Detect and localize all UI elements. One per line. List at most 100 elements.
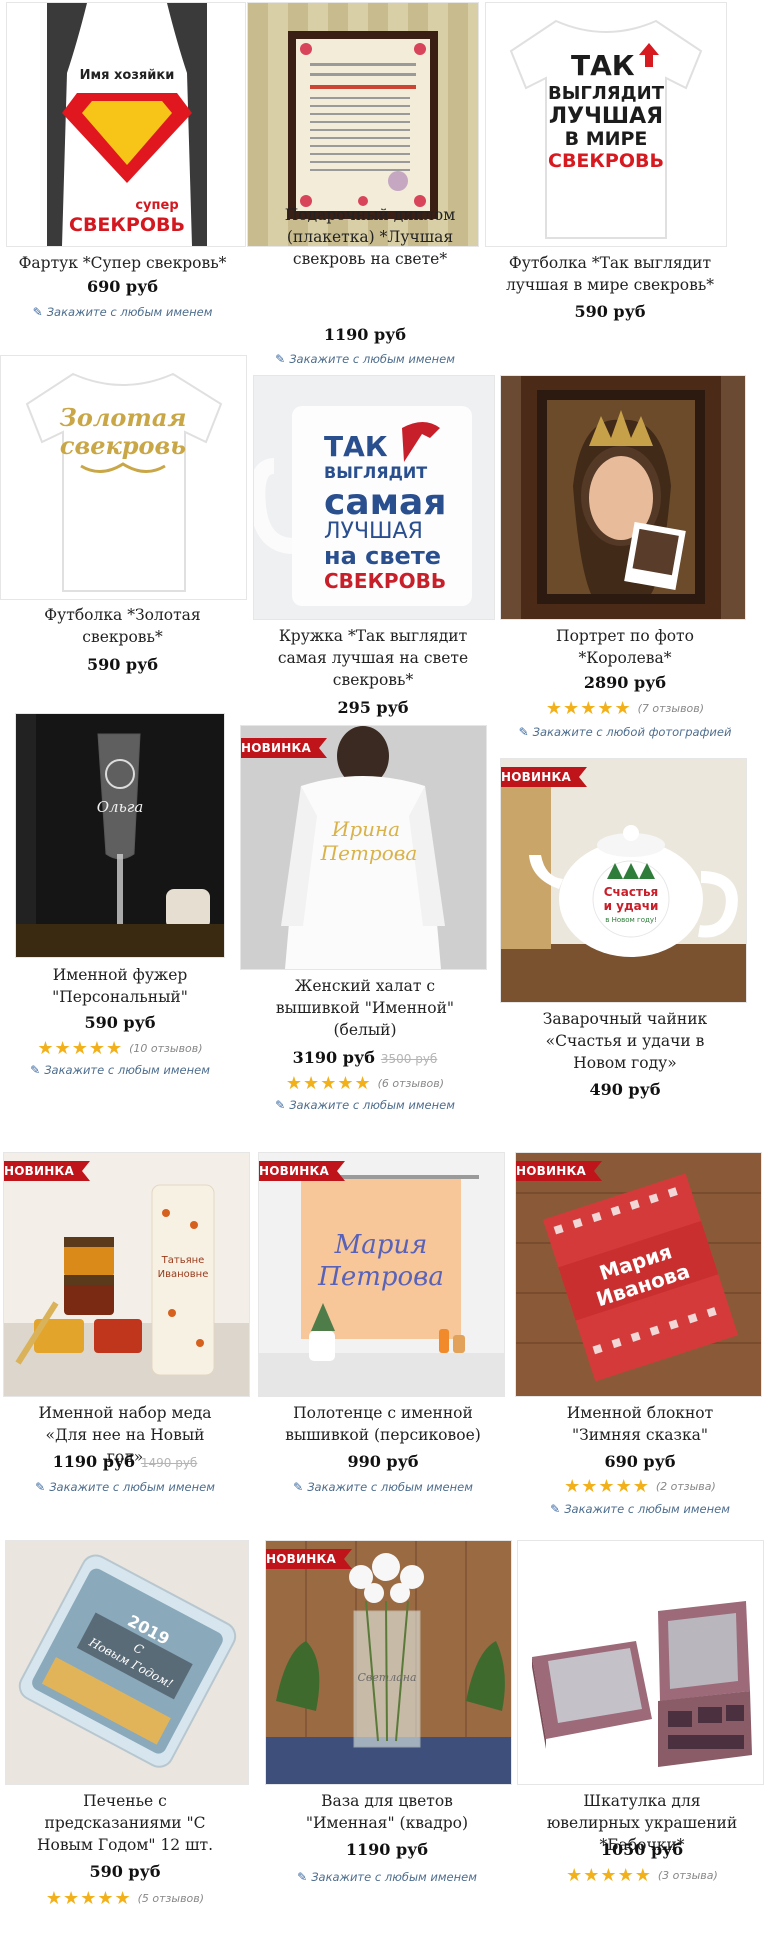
new-badge: НОВИНКА (241, 738, 327, 758)
product-image-jewelry-box[interactable] (517, 1540, 764, 1785)
svg-text:ЛУЧШАЯ: ЛУЧШАЯ (549, 104, 663, 129)
new-badge: НОВИНКА (259, 1161, 345, 1181)
product-card[interactable]: ТАК ВЫГЛЯДИТ самая ЛУЧШАЯ на свете СВЕКР… (253, 375, 495, 730)
svg-text:Ольга: Ольга (97, 798, 144, 816)
product-card[interactable]: Имя хозяйки супер СВЕКРОВЬ Фартук *Супер… (0, 0, 246, 330)
product-image-towel[interactable]: Мария Петрова НОВИНКА (258, 1152, 505, 1397)
product-card[interactable]: Шкатулка для ювелирных украшений *Бабочк… (517, 1540, 767, 1910)
rating: ★★★★★ (5 отзывов) (0, 1888, 250, 1909)
product-price: 590 руб (89, 1862, 161, 1881)
svg-text:Счастья: Счастья (604, 885, 659, 899)
svg-text:на свете: на свете (324, 542, 441, 570)
product-price: 1190 руб (345, 1840, 429, 1859)
pencil-icon: ✎ (297, 1870, 308, 1884)
product-image-robe[interactable]: Ирина Петрова НОВИНКА (240, 725, 487, 970)
product-price: 590 руб (86, 655, 159, 674)
product-title[interactable]: Заварочный чайник «Счастья и удачи в Нов… (535, 1008, 715, 1074)
star-icon: ★★★★★ (37, 1038, 124, 1059)
old-price: 3500 руб (380, 1052, 438, 1066)
customize-link[interactable]: ✎ Закажите с любым именем (245, 352, 485, 366)
product-title[interactable]: Подарочный диплом (плакетка) *Лучшая све… (275, 204, 465, 270)
star-icon: ★★★★★ (545, 698, 632, 719)
product-card[interactable]: Ирина Петрова НОВИНКА Женский халат с вы… (240, 725, 490, 1125)
product-price: 1190 руб (323, 325, 407, 344)
rating: ★★★★★ (2 отзыва) (515, 1476, 765, 1497)
star-icon: ★★★★★ (45, 1888, 132, 1909)
reviews-count[interactable]: (3 отзыва) (658, 1869, 718, 1882)
new-badge: НОВИНКА (501, 767, 587, 787)
svg-text:Золотая: Золотая (60, 403, 187, 432)
star-icon: ★★★★★ (566, 1865, 652, 1886)
pencil-icon: ✎ (32, 305, 43, 319)
product-title[interactable]: Именной блокнот "Зимняя сказка" (545, 1402, 735, 1446)
product-title[interactable]: Футболка *Золотая свекровь* (30, 604, 215, 648)
product-title[interactable]: Футболка *Так выглядит лучшая в мире све… (505, 252, 715, 296)
svg-text:Ирина: Ирина (331, 817, 400, 841)
svg-text:в Новом году!: в Новом году! (605, 916, 657, 924)
product-title[interactable]: Женский халат с вышивкой "Именной" (белы… (265, 975, 465, 1041)
svg-text:ВЫГЛЯДИТ: ВЫГЛЯДИТ (324, 463, 427, 482)
product-image-teapot[interactable]: Счастья и удачи в Новом году! НОВИНКА (500, 758, 747, 1003)
reviews-count[interactable]: (2 отзыва) (656, 1480, 716, 1493)
product-card[interactable]: Мария Петрова НОВИНКА Полотенце с именно… (258, 1152, 508, 1502)
product-card[interactable]: Портрет по фото *Королева* 2890 руб ★★★★… (500, 375, 750, 750)
reviews-count[interactable]: (10 отзывов) (129, 1042, 202, 1055)
svg-text:Светлана: Светлана (357, 1671, 416, 1684)
product-card[interactable]: Счастья и удачи в Новом году! НОВИНКА За… (500, 758, 750, 1099)
product-price: 490 руб (589, 1080, 661, 1099)
new-badge: НОВИНКА (4, 1161, 90, 1181)
product-card[interactable]: Золотая свекровь Футболка *Золотая свекр… (0, 350, 247, 680)
customize-link[interactable]: ✎ Закажите с любым именем (0, 1063, 240, 1077)
product-card[interactable]: Мария Иванова НОВИНКА Именной блокнот "З… (515, 1152, 765, 1522)
pencil-icon: ✎ (30, 1063, 41, 1077)
product-title[interactable]: Портрет по фото *Королева* (540, 625, 710, 669)
pencil-icon: ✎ (550, 1502, 561, 1516)
customize-link[interactable]: ✎ Закажите с любой фотографией (500, 725, 750, 739)
product-card[interactable]: ТАК ВЫГЛЯДИТ ЛУЧШАЯ В МИРЕ СВЕКРОВЬ Футб… (485, 0, 735, 330)
reviews-count[interactable]: (6 отзывов) (378, 1077, 444, 1090)
product-image-portrait[interactable] (500, 375, 746, 620)
customize-link[interactable]: ✎ Закажите с любым именем (515, 1502, 765, 1516)
customize-link[interactable]: ✎ Закажите с любым именем (240, 1098, 490, 1112)
pencil-icon: ✎ (293, 1480, 304, 1494)
product-image-vase[interactable]: Светлана НОВИНКА (265, 1540, 512, 1785)
product-image-honey[interactable]: Татьяне Ивановне НОВИНКА (3, 1152, 250, 1397)
svg-text:ТАК: ТАК (324, 430, 388, 463)
product-title[interactable]: Печенье с предсказаниями "С Новым Годом"… (35, 1790, 215, 1856)
product-price: 690 руб (86, 277, 159, 296)
product-title[interactable]: Полотенце с именной вышивкой (персиковое… (278, 1402, 488, 1446)
pencil-icon: ✎ (275, 352, 286, 366)
product-price: 1190 руб 1490 руб (52, 1452, 198, 1471)
product-price: 1050 руб (600, 1840, 684, 1859)
product-card[interactable]: Подарочный диплом (плакетка) *Лучшая све… (245, 0, 485, 370)
product-image-tshirt[interactable]: Золотая свекровь (0, 355, 247, 600)
reviews-count[interactable]: (5 отзывов) (138, 1892, 204, 1905)
product-card[interactable]: Татьяне Ивановне НОВИНКА Именной набор м… (0, 1152, 250, 1502)
product-title[interactable]: Ваза для цветов "Именная" (квадро) (292, 1790, 482, 1834)
reviews-count[interactable]: (7 отзывов) (638, 702, 704, 715)
svg-text:ЛУЧШАЯ: ЛУЧШАЯ (324, 519, 423, 544)
product-card[interactable]: Ольга Именной фужер "Персональный" 590 р… (0, 713, 240, 1083)
rating: ★★★★★ (3 отзыва) (517, 1865, 767, 1886)
product-image-apron[interactable]: Имя хозяйки супер СВЕКРОВЬ (6, 2, 246, 247)
product-image-glass[interactable]: Ольга (15, 713, 225, 958)
svg-text:ВЫГЛЯДИТ: ВЫГЛЯДИТ (548, 83, 665, 104)
product-image-notebook[interactable]: Мария Иванова НОВИНКА (515, 1152, 762, 1397)
product-title[interactable]: Именной фужер "Персональный" (40, 964, 200, 1008)
svg-text:Петрова: Петрова (320, 841, 418, 865)
product-title[interactable]: Кружка *Так выглядит самая лучшая на све… (273, 625, 473, 691)
product-title[interactable]: Фартук *Супер свекровь* (0, 252, 245, 274)
product-card[interactable]: Светлана НОВИНКА Ваза для цветов "Именна… (262, 1540, 512, 1900)
svg-text:Ивановне: Ивановне (158, 1269, 209, 1280)
product-image-mug[interactable]: ТАК ВЫГЛЯДИТ самая ЛУЧШАЯ на свете СВЕКР… (253, 375, 495, 620)
product-image-tshirt[interactable]: ТАК ВЫГЛЯДИТ ЛУЧШАЯ В МИРЕ СВЕКРОВЬ (485, 2, 727, 247)
product-card[interactable]: 2019 С Новым Годом! Печенье с предсказан… (0, 1540, 250, 1920)
customize-link[interactable]: ✎ Закажите с любым именем (262, 1870, 512, 1884)
customize-link[interactable]: ✎ Закажите с любым именем (0, 1480, 250, 1494)
svg-text:Татьяне: Татьяне (161, 1255, 205, 1266)
customize-link[interactable]: ✎ Закажите с любым именем (0, 305, 245, 319)
product-price: 590 руб (574, 302, 646, 321)
svg-text:СВЕКРОВЬ: СВЕКРОВЬ (324, 569, 446, 593)
customize-link[interactable]: ✎ Закажите с любым именем (258, 1480, 508, 1494)
product-image-cookies[interactable]: 2019 С Новым Годом! (5, 1540, 249, 1785)
